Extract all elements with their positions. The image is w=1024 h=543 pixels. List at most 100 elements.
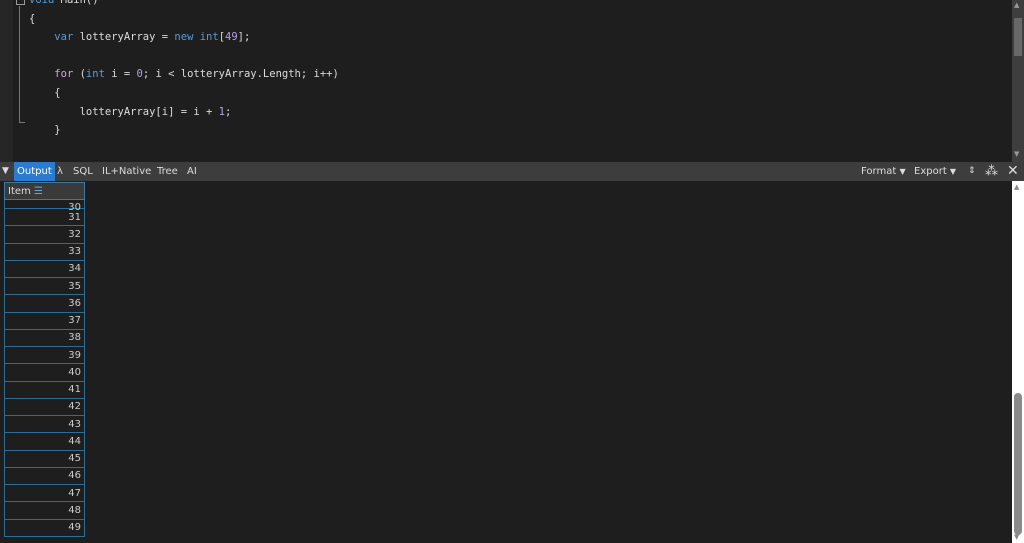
cell-item: 45 xyxy=(4,449,85,468)
code-token: lotteryArray[i] = i + xyxy=(29,105,219,118)
fold-toggle[interactable] xyxy=(16,0,25,5)
code-token: ( xyxy=(73,68,86,81)
caret-down-icon: ▼ xyxy=(949,167,957,176)
output-scroll-thumb[interactable] xyxy=(1014,393,1022,535)
code-token: ; i < lotteryArray.Length; i++) xyxy=(142,68,339,81)
cell-item: 31 xyxy=(4,207,85,227)
resize-updown-icon[interactable]: ⇕ xyxy=(968,162,976,181)
code-line: { xyxy=(29,10,339,29)
tab-tree[interactable]: Tree xyxy=(157,162,178,181)
collapse-panel-icon[interactable]: ▼ xyxy=(2,162,9,181)
spinner-icon[interactable]: ⁂ xyxy=(985,162,998,181)
close-icon[interactable]: ✕ xyxy=(1007,162,1019,181)
column-header-item[interactable]: Item ☰ xyxy=(4,182,85,200)
cell-item: 47 xyxy=(4,483,85,503)
table-row: 30 xyxy=(4,199,85,213)
table-row: 36 xyxy=(4,294,85,313)
table-row: 42 xyxy=(4,397,85,417)
tab-ai[interactable]: AI xyxy=(187,162,197,181)
column-header-label: Item xyxy=(8,185,31,197)
table-row: 38 xyxy=(4,328,85,348)
table-row: 47 xyxy=(4,483,85,503)
cell-item: 49 xyxy=(4,518,85,537)
table-row: 46 xyxy=(4,466,85,486)
tab-sql[interactable]: SQL xyxy=(73,162,93,181)
cell-item: 33 xyxy=(4,242,85,261)
table-row: 49 xyxy=(4,518,85,537)
output-panel: Item ☰ 30 31 32 33 34 35 36 37 38 39 40 41 42 43 44 45 4… xyxy=(0,181,1012,543)
code-line: void Main() xyxy=(29,0,339,10)
code-token: new xyxy=(174,31,194,44)
editor-scroll-thumb[interactable] xyxy=(1014,18,1022,56)
results-table: Item ☰ 30 31 32 33 34 35 36 37 38 39 40 41 42 43 44 45 4… xyxy=(4,182,85,537)
format-label: Format xyxy=(861,166,897,177)
code-editor[interactable]: void Main() { var lotteryArray = new int[… xyxy=(0,0,1024,192)
scroll-down-icon[interactable]: ▼ xyxy=(1014,533,1019,541)
code-token: lotteryArray = xyxy=(73,31,175,44)
code-token: i = xyxy=(104,68,137,81)
tab-il-native[interactable]: IL+Native xyxy=(102,162,151,181)
table-row: 40 xyxy=(4,363,85,382)
code-token: for xyxy=(54,68,74,81)
code-token: } xyxy=(29,124,61,137)
code-line: lotteryArray[i] = i + 1; xyxy=(29,103,339,122)
menu-icon[interactable]: ☰ xyxy=(31,186,43,197)
code-token: int xyxy=(85,68,105,81)
editor-gutter xyxy=(0,0,13,162)
caret-down-icon: ▼ xyxy=(899,167,906,176)
code-token: { xyxy=(29,12,36,25)
cell-item: 43 xyxy=(4,414,85,434)
export-dropdown[interactable]: Export ▼ xyxy=(914,162,956,181)
code-token: ; xyxy=(224,105,232,118)
tab-output[interactable]: Output xyxy=(14,162,55,181)
table-row: 31 xyxy=(4,207,85,227)
code-token: Main() xyxy=(54,0,99,6)
tab-lambda[interactable]: λ xyxy=(57,162,63,181)
table-row: 39 xyxy=(4,345,85,365)
code-token: ]; xyxy=(237,31,251,44)
output-scrollbar[interactable]: ▲ ▼ xyxy=(1012,181,1024,543)
format-dropdown[interactable]: Format ▼ xyxy=(861,162,906,181)
export-label: Export xyxy=(914,166,947,177)
code-token: var xyxy=(54,31,74,44)
code-token: 49 xyxy=(225,31,238,44)
table-row: 43 xyxy=(4,414,85,434)
cell-item: 41 xyxy=(4,380,85,399)
table-row: 34 xyxy=(4,259,85,279)
cell-item: 30 xyxy=(4,199,85,213)
cell-item: 35 xyxy=(4,276,85,296)
scroll-up-icon[interactable]: ▲ xyxy=(1014,183,1019,191)
table-row: 44 xyxy=(4,432,85,451)
scroll-down-icon[interactable]: ▼ xyxy=(1014,150,1019,158)
editor-scrollbar[interactable]: ▲ ▼ xyxy=(1012,0,1024,162)
table-row: 33 xyxy=(4,242,85,261)
code-token: int xyxy=(199,31,219,44)
table-row: 35 xyxy=(4,276,85,296)
table-row: 48 xyxy=(4,501,85,520)
code-line: var lotteryArray = new int[49]; xyxy=(29,28,339,47)
code-token: void xyxy=(29,0,55,6)
scroll-up-icon[interactable]: ▲ xyxy=(1014,1,1019,9)
cell-item: 48 xyxy=(4,501,85,520)
code-line: { xyxy=(29,84,339,103)
cell-item: 40 xyxy=(4,363,85,382)
fold-end xyxy=(19,122,25,123)
code-line: for (int i = 0; i < lotteryArray.Length;… xyxy=(29,65,339,84)
table-row: 32 xyxy=(4,225,85,244)
results-toolbar: ▼ Output λ SQL IL+Native Tree AI Format … xyxy=(0,162,1024,181)
code-token: { xyxy=(29,86,61,99)
cell-item: 36 xyxy=(4,294,85,313)
code-line: } xyxy=(29,121,339,140)
cell-item: 38 xyxy=(4,328,85,348)
table-row: 41 xyxy=(4,380,85,399)
cell-item: 32 xyxy=(4,225,85,244)
cell-item: 46 xyxy=(4,466,85,486)
cell-item: 34 xyxy=(4,259,85,279)
table-row: 45 xyxy=(4,449,85,468)
cell-item: 42 xyxy=(4,397,85,417)
table-row: 37 xyxy=(4,311,85,330)
